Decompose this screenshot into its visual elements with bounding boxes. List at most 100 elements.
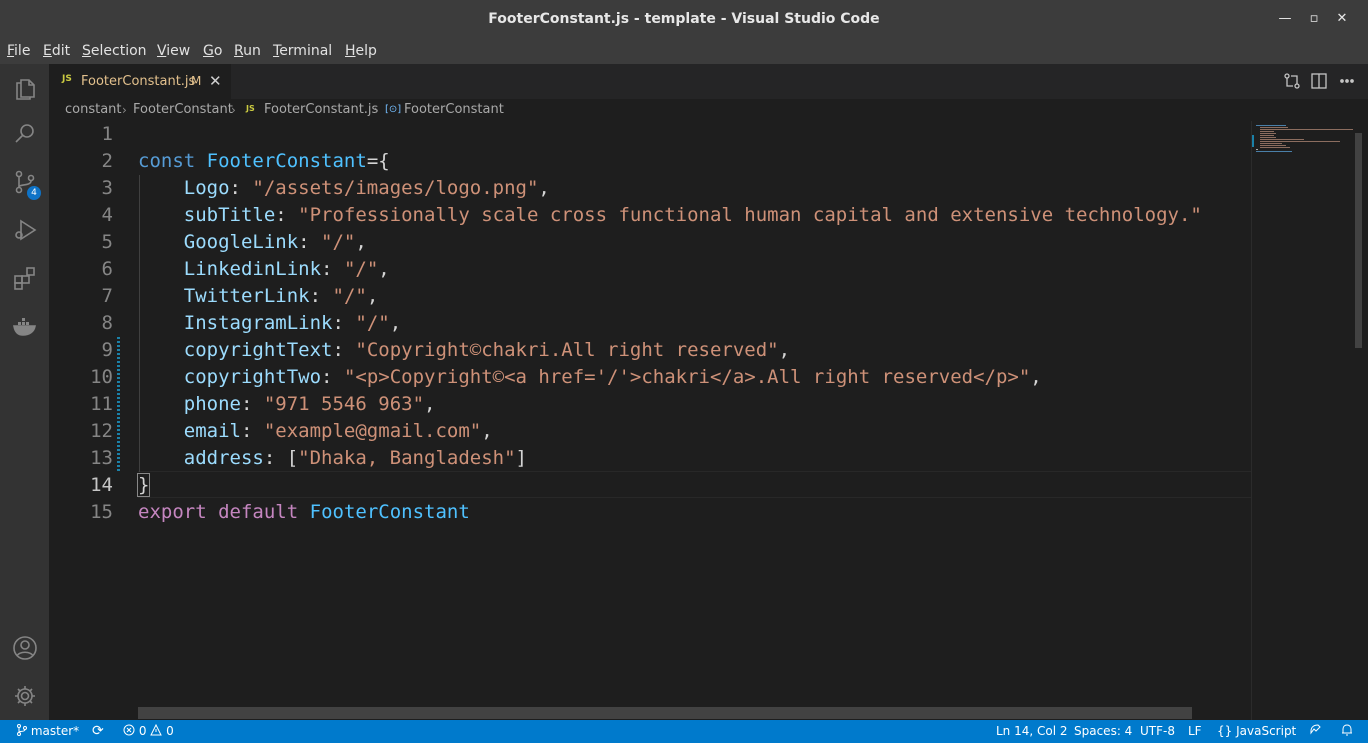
menu-selection[interactable]: Selection <box>82 38 147 64</box>
menu-file[interactable]: File <box>7 38 30 64</box>
more-actions-icon <box>1340 79 1354 83</box>
menu-help[interactable]: Help <box>345 38 377 64</box>
search-view-button[interactable] <box>0 110 49 158</box>
vertical-scroll-thumb[interactable] <box>1355 133 1362 348</box>
close-window-button[interactable]: ✕ <box>1332 9 1352 29</box>
menu-label: ile <box>14 43 31 59</box>
docker-button[interactable] <box>0 302 49 350</box>
breadcrumb-symbol[interactable]: FooterConstant <box>404 99 504 121</box>
code-token: const <box>138 150 196 172</box>
code-token: default <box>218 501 299 523</box>
code-token: , <box>424 393 436 415</box>
menu-edit[interactable]: Edit <box>43 38 70 64</box>
chevron-right-icon: › <box>231 103 236 117</box>
menu-view[interactable]: View <box>157 38 190 64</box>
line-content: LinkedinLink: "/", <box>138 256 390 283</box>
accounts-button[interactable] <box>0 624 49 672</box>
code-token: , <box>355 231 367 253</box>
code-line[interactable]: 6 LinkedinLink: "/", <box>49 256 1251 283</box>
line-content: copyrightText: "Copyright©chakri.All rig… <box>138 337 790 364</box>
indentation-status[interactable]: Spaces: 4 <box>1074 720 1132 743</box>
code-line[interactable]: 1 <box>49 121 1251 148</box>
menu-go[interactable]: Go <box>203 38 222 64</box>
encoding-status[interactable]: UTF-8 <box>1140 720 1175 743</box>
menu-mnemonic: R <box>234 43 244 59</box>
breadcrumb-file[interactable]: FooterConstant.js <box>264 99 378 121</box>
menu-label: erminal <box>279 43 333 59</box>
close-tab-button[interactable]: ✕ <box>209 64 222 99</box>
cursor-position[interactable]: Ln 14, Col 2 <box>996 720 1068 743</box>
code-editor[interactable]: 1 2 const FooterConstant={3 Logo: "/assets… <box>49 121 1368 720</box>
window-title: FooterConstant.js - template - Visual St… <box>488 11 880 27</box>
code-line[interactable]: 13 address: ["Dhaka, Bangladesh"] <box>49 445 1251 472</box>
code-token: copyrightTwo <box>183 366 322 388</box>
code-line[interactable]: 12 email: "example@gmail.com", <box>49 418 1251 445</box>
line-number: 13 <box>90 447 113 469</box>
open-changes-button[interactable] <box>1283 72 1301 90</box>
code-line[interactable]: 5 GoogleLink: "/", <box>49 229 1251 256</box>
code-line[interactable]: 3 Logo: "/assets/images/logo.png", <box>49 175 1251 202</box>
maximize-button[interactable]: ▫ <box>1304 9 1324 29</box>
tab-footerconstant[interactable]: JS FooterConstant.js M ✕ <box>49 64 231 99</box>
code-line[interactable]: 14} <box>49 472 1251 499</box>
horizontal-scrollbar[interactable] <box>138 707 1192 719</box>
menu-run[interactable]: Run <box>234 38 261 64</box>
code-token: "/assets/images/logo.png" <box>252 177 539 199</box>
line-number: 10 <box>90 366 113 388</box>
code-line[interactable]: 10 copyrightTwo: "<p>Copyright©<a href='… <box>49 364 1251 391</box>
eol-status[interactable]: LF <box>1188 720 1202 743</box>
code-line[interactable]: 4 subTitle: "Professionally scale cross … <box>49 202 1251 229</box>
code-line[interactable]: 8 InstagramLink: "/", <box>49 310 1251 337</box>
code-line[interactable]: 15 export default FooterConstant <box>49 499 1251 526</box>
error-count: 0 <box>138 724 147 738</box>
minimap-preview <box>1252 125 1356 152</box>
code-token: "Copyright©chakri.All right reserved" <box>355 339 779 361</box>
code-token: : <box>332 339 356 361</box>
editor-tab-bar: JS FooterConstant.js M ✕ <box>49 64 1368 99</box>
code-token: : <box>229 177 253 199</box>
split-editor-button[interactable] <box>1310 72 1328 90</box>
notifications-button[interactable] <box>1340 720 1354 743</box>
line-number: 8 <box>101 312 113 334</box>
minimize-button[interactable]: — <box>1275 9 1295 29</box>
menu-terminal[interactable]: Terminal <box>273 38 332 64</box>
code-line[interactable]: 2 const FooterConstant={ <box>49 148 1251 175</box>
extensions-button[interactable] <box>0 254 49 302</box>
menu-bar: File Edit Selection View Go Run Terminal… <box>0 38 1368 64</box>
code-line[interactable]: 9 copyrightText: "Copyright©chakri.All r… <box>49 337 1251 364</box>
problems-status[interactable]: 0 0 <box>123 720 174 743</box>
code-token: "example@gmail.com" <box>263 420 482 442</box>
minimap[interactable] <box>1251 121 1356 720</box>
chevron-right-icon: › <box>122 103 127 117</box>
breadcrumb-subfolder[interactable]: FooterConstant <box>133 99 233 121</box>
code-line[interactable]: 11 phone: "971 5546 963", <box>49 391 1251 418</box>
code-token: : <box>321 366 344 388</box>
manage-button[interactable] <box>0 672 49 720</box>
chevron-right-icon: › <box>374 103 379 117</box>
code-token: } <box>136 473 151 497</box>
code-token: : <box>298 231 322 253</box>
explorer-button[interactable] <box>0 64 49 112</box>
code-token: email <box>183 420 241 442</box>
code-token: subTitle <box>183 204 276 226</box>
menu-mnemonic: S <box>82 43 91 59</box>
javascript-file-icon: JS <box>246 104 255 113</box>
branch-status[interactable]: master* <box>16 720 79 743</box>
source-control-badge: 4 <box>27 186 41 200</box>
breadcrumb-folder[interactable]: constant <box>65 99 122 121</box>
line-number: 9 <box>101 339 113 361</box>
language-status[interactable]: {} JavaScript <box>1217 720 1296 743</box>
feedback-button[interactable] <box>1309 720 1323 743</box>
menu-mnemonic: H <box>345 43 356 59</box>
status-bar: master* ⟳ 0 0 Ln 14, Col 2 Spaces: 4 UTF… <box>0 720 1368 743</box>
menu-mnemonic: G <box>203 43 214 59</box>
menu-label: un <box>243 43 261 59</box>
more-actions-button[interactable] <box>1338 72 1356 90</box>
sync-button[interactable]: ⟳ <box>92 720 104 743</box>
run-debug-button[interactable] <box>0 206 49 254</box>
code-token: : [ <box>263 447 299 469</box>
code-line[interactable]: 7 TwitterLink: "/", <box>49 283 1251 310</box>
source-control-button[interactable]: 4 <box>0 158 49 206</box>
